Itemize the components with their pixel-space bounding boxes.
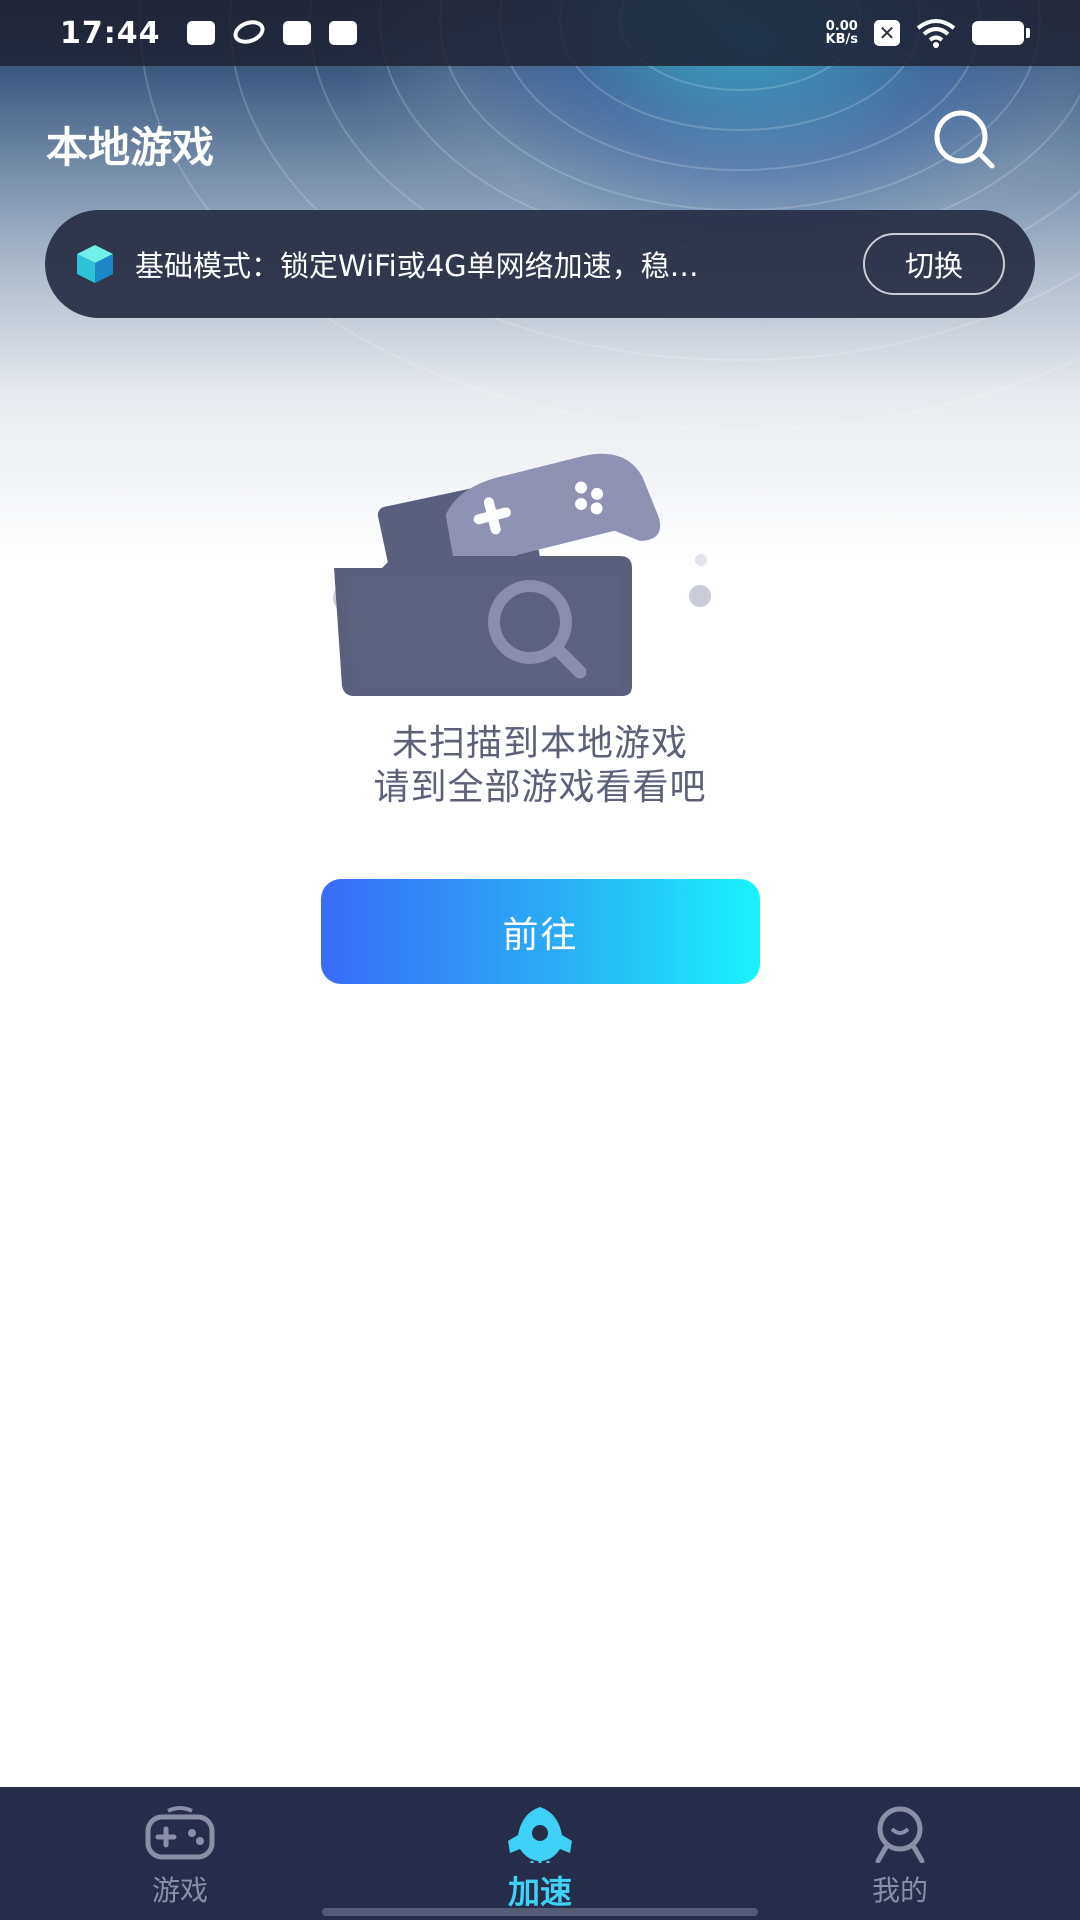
cube-icon xyxy=(77,245,113,283)
star-notification-icon xyxy=(328,21,357,45)
sim-off-icon: ✕ xyxy=(874,20,900,46)
mail-notification-icon xyxy=(282,21,311,45)
search-icon xyxy=(934,110,995,169)
empty-state-line-1: 未扫描到本地游戏 xyxy=(391,723,688,764)
nav-tab-profile-label: 我的 xyxy=(871,1874,928,1907)
search-button[interactable] xyxy=(928,110,1000,170)
sync-notification-icon xyxy=(229,16,268,48)
home-indicator[interactable] xyxy=(322,1908,758,1916)
nav-tab-accelerate[interactable]: 加速 xyxy=(360,1787,720,1920)
bottom-navigation: 游戏 加速 我的 xyxy=(0,1787,1080,1920)
status-time: 17:44 xyxy=(60,15,161,51)
nav-tab-games[interactable]: 游戏 xyxy=(0,1787,360,1920)
task-notification-icon xyxy=(186,21,215,45)
gamepad-icon xyxy=(145,1806,215,1860)
nav-tab-games-label: 游戏 xyxy=(151,1874,208,1907)
mode-description: 基础模式：锁定WiFi或4G单网络加速，稳… xyxy=(135,249,699,283)
wifi-icon xyxy=(916,19,956,48)
switch-mode-button[interactable]: 切换 xyxy=(863,233,1005,295)
nav-tab-accelerate-label: 加速 xyxy=(507,1873,572,1911)
nav-tab-profile[interactable]: 我的 xyxy=(720,1787,1080,1920)
mode-banner: 基础模式：锁定WiFi或4G单网络加速，稳… 切换 xyxy=(45,210,1035,318)
battery-icon xyxy=(972,21,1030,45)
go-to-all-games-button[interactable]: 前往 xyxy=(321,879,760,984)
rocket-icon xyxy=(508,1807,572,1863)
empty-state-message: 未扫描到本地游戏 请到全部游戏看看吧 xyxy=(0,722,1080,810)
network-speed-unit: KB/s xyxy=(825,32,858,47)
status-bar: 17:44 0.00 KB/s ✕ xyxy=(0,0,1080,66)
status-right-icons: 0.00 KB/s ✕ xyxy=(826,18,1030,48)
page-title: 本地游戏 xyxy=(46,123,215,172)
empty-state-line-2: 请到全部游戏看看吧 xyxy=(373,767,707,808)
notification-icons xyxy=(186,16,357,48)
empty-folder-illustration xyxy=(333,453,711,696)
profile-icon xyxy=(875,1806,925,1863)
network-speed: 0.00 KB/s xyxy=(826,20,858,46)
